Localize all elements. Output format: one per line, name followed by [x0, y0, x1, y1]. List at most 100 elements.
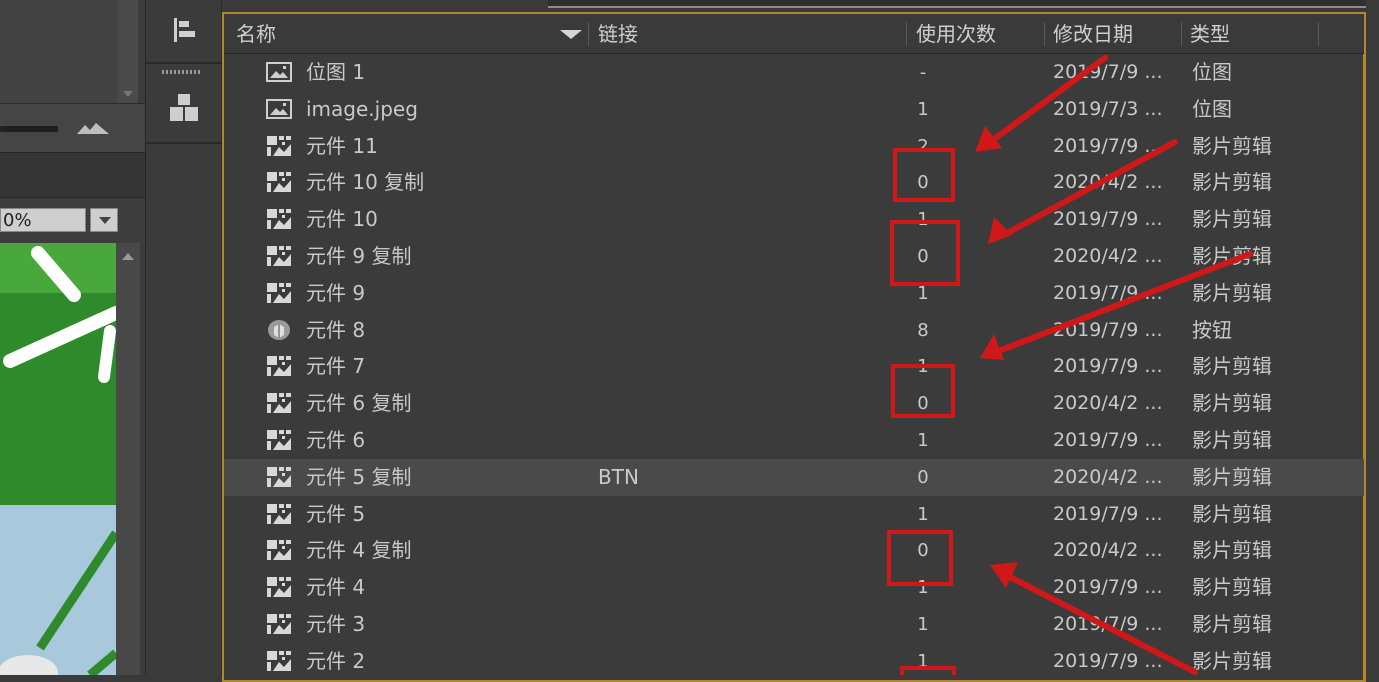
movieclip-icon: [265, 612, 293, 636]
item-name[interactable]: 元件 5: [306, 496, 365, 533]
column-use-count[interactable]: 使用次数: [916, 14, 996, 53]
item-modified-date: 2019/7/9 ...: [1053, 576, 1163, 599]
item-type: 位图: [1192, 60, 1232, 84]
item-type: 影片剪辑: [1192, 501, 1272, 526]
item-use-count: 8: [917, 319, 929, 341]
library-item-row[interactable]: 元件 4 1 2019/7/9 ... 影片剪辑: [224, 569, 1364, 606]
item-name[interactable]: 位图 1: [306, 54, 365, 91]
library-item-row[interactable]: 元件 10 1 2019/7/9 ... 影片剪辑: [224, 201, 1364, 238]
library-item-row[interactable]: 元件 8 8 2019/7/9 ... 按钮: [224, 312, 1364, 349]
bitmap-icon: [265, 97, 293, 121]
item-type: 影片剪辑: [1192, 611, 1272, 636]
item-modified-date: 2019/7/9 ...: [1053, 612, 1163, 635]
bitmap-icon: [265, 60, 293, 84]
item-name[interactable]: 元件 3: [306, 606, 365, 643]
zoom-slider[interactable]: [0, 126, 58, 132]
movieclip-icon: [265, 391, 293, 415]
library-item-row[interactable]: 元件 5 复制 BTN 0 2020/4/2 ... 影片剪辑: [224, 458, 1364, 496]
properties-box: [0, 0, 119, 103]
zoom-slider-bar: [0, 103, 145, 152]
library-item-row[interactable]: 元件 11 2 2019/7/9 ... 影片剪辑: [224, 128, 1364, 165]
item-type: 影片剪辑: [1192, 464, 1272, 489]
stage-canvas[interactable]: [0, 243, 116, 675]
item-modified-date: 2019/7/9 ...: [1053, 428, 1163, 451]
column-type[interactable]: 类型: [1190, 14, 1230, 53]
item-use-count: 1: [917, 613, 929, 635]
item-modified-date: 2020/4/2 ...: [1053, 392, 1163, 415]
item-name[interactable]: 元件 6 复制: [306, 385, 411, 422]
library-item-row[interactable]: 元件 5 1 2019/7/9 ... 影片剪辑: [224, 496, 1364, 533]
item-type: 影片剪辑: [1192, 170, 1272, 195]
item-linkage[interactable]: BTN: [598, 459, 639, 496]
movieclip-icon: [265, 502, 293, 526]
column-name[interactable]: 名称: [236, 14, 276, 53]
item-type: 影片剪辑: [1192, 575, 1272, 600]
library-item-row[interactable]: 元件 9 1 2019/7/9 ... 影片剪辑: [224, 275, 1364, 312]
library-item-row[interactable]: 元件 2 1 2019/7/9 ... 影片剪辑: [224, 643, 1364, 680]
stage-toolbar: [0, 152, 145, 197]
item-modified-date: 2019/7/9 ...: [1053, 649, 1163, 672]
item-name[interactable]: 元件 2: [306, 643, 365, 680]
item-name[interactable]: 元件 11: [306, 128, 378, 165]
movieclip-icon: [265, 649, 293, 673]
item-type: 影片剪辑: [1192, 243, 1272, 268]
column-modified-date[interactable]: 修改日期: [1053, 14, 1133, 53]
item-use-count: 1: [917, 209, 929, 231]
zoom-input[interactable]: 0%: [0, 208, 86, 232]
item-use-count: -: [919, 62, 927, 83]
item-use-count: 0: [917, 172, 929, 194]
item-use-count: 1: [917, 98, 929, 120]
item-name[interactable]: image.jpeg: [306, 91, 418, 128]
panel-dock-column: [145, 0, 222, 675]
library-item-row[interactable]: 元件 6 1 2019/7/9 ... 影片剪辑: [224, 422, 1364, 459]
item-name[interactable]: 元件 5 复制: [306, 459, 411, 496]
library-item-row[interactable]: 位图 1 - 2019/7/9 ... 位图: [224, 54, 1364, 91]
item-name[interactable]: 元件 10 复制: [306, 164, 424, 201]
item-modified-date: 2020/4/2 ...: [1053, 171, 1163, 194]
item-name[interactable]: 元件 10: [306, 201, 378, 238]
item-name[interactable]: 元件 9 复制: [306, 238, 411, 275]
stage-scrollbar[interactable]: [116, 243, 140, 675]
scroll-up-icon[interactable]: [122, 253, 134, 260]
item-use-count: 0: [917, 466, 929, 488]
item-use-count: 1: [917, 356, 929, 378]
item-type: 影片剪辑: [1192, 391, 1272, 416]
zoom-in-mountains-icon[interactable]: [76, 120, 110, 136]
button-symbol-icon: [265, 318, 293, 342]
item-use-count: 1: [917, 503, 929, 525]
item-modified-date: 2019/7/9 ...: [1053, 281, 1163, 304]
movieclip-icon: [265, 575, 293, 599]
item-name[interactable]: 元件 4: [306, 569, 365, 606]
item-modified-date: 2019/7/9 ...: [1053, 61, 1163, 83]
item-use-count: 0: [917, 245, 929, 267]
movieclip-icon: [265, 428, 293, 452]
column-linkage[interactable]: 链接: [598, 14, 638, 53]
top-scrollbar[interactable]: [118, 0, 138, 103]
sort-descending-icon[interactable]: [560, 30, 582, 39]
item-name[interactable]: 元件 8: [306, 312, 365, 349]
library-item-row[interactable]: 元件 7 1 2019/7/9 ... 影片剪辑: [224, 348, 1364, 385]
dock-grip[interactable]: [162, 70, 202, 74]
library-panel-icon[interactable]: [166, 92, 202, 126]
item-type: 影片剪辑: [1192, 280, 1272, 305]
align-panel-icon[interactable]: [166, 14, 202, 48]
movieclip-icon: [265, 244, 293, 268]
item-name[interactable]: 元件 4 复制: [306, 532, 411, 569]
library-item-row[interactable]: 元件 4 复制 0 2020/4/2 ... 影片剪辑: [224, 532, 1364, 569]
scroll-down-icon[interactable]: [123, 91, 133, 97]
library-item-row[interactable]: 元件 6 复制 0 2020/4/2 ... 影片剪辑: [224, 385, 1364, 422]
item-use-count: 2: [917, 135, 929, 157]
item-name[interactable]: 元件 7: [306, 348, 365, 385]
item-name[interactable]: 元件 6: [306, 422, 365, 459]
library-item-row[interactable]: 元件 10 复制 0 2020/4/2 ... 影片剪辑: [224, 164, 1364, 201]
library-item-row[interactable]: 元件 3 1 2019/7/9 ... 影片剪辑: [224, 606, 1364, 643]
item-use-count: 0: [917, 393, 929, 415]
item-name[interactable]: 元件 9: [306, 275, 365, 312]
movieclip-icon: [265, 465, 293, 489]
item-modified-date: 2020/4/2 ...: [1053, 539, 1163, 562]
library-item-row[interactable]: image.jpeg 1 2019/7/3 ... 位图: [224, 91, 1364, 128]
library-header: 名称 链接 使用次数 修改日期 类型: [224, 14, 1364, 54]
movieclip-icon: [265, 207, 293, 231]
zoom-dropdown-button[interactable]: [90, 208, 118, 232]
library-item-row[interactable]: 元件 9 复制 0 2020/4/2 ... 影片剪辑: [224, 238, 1364, 275]
